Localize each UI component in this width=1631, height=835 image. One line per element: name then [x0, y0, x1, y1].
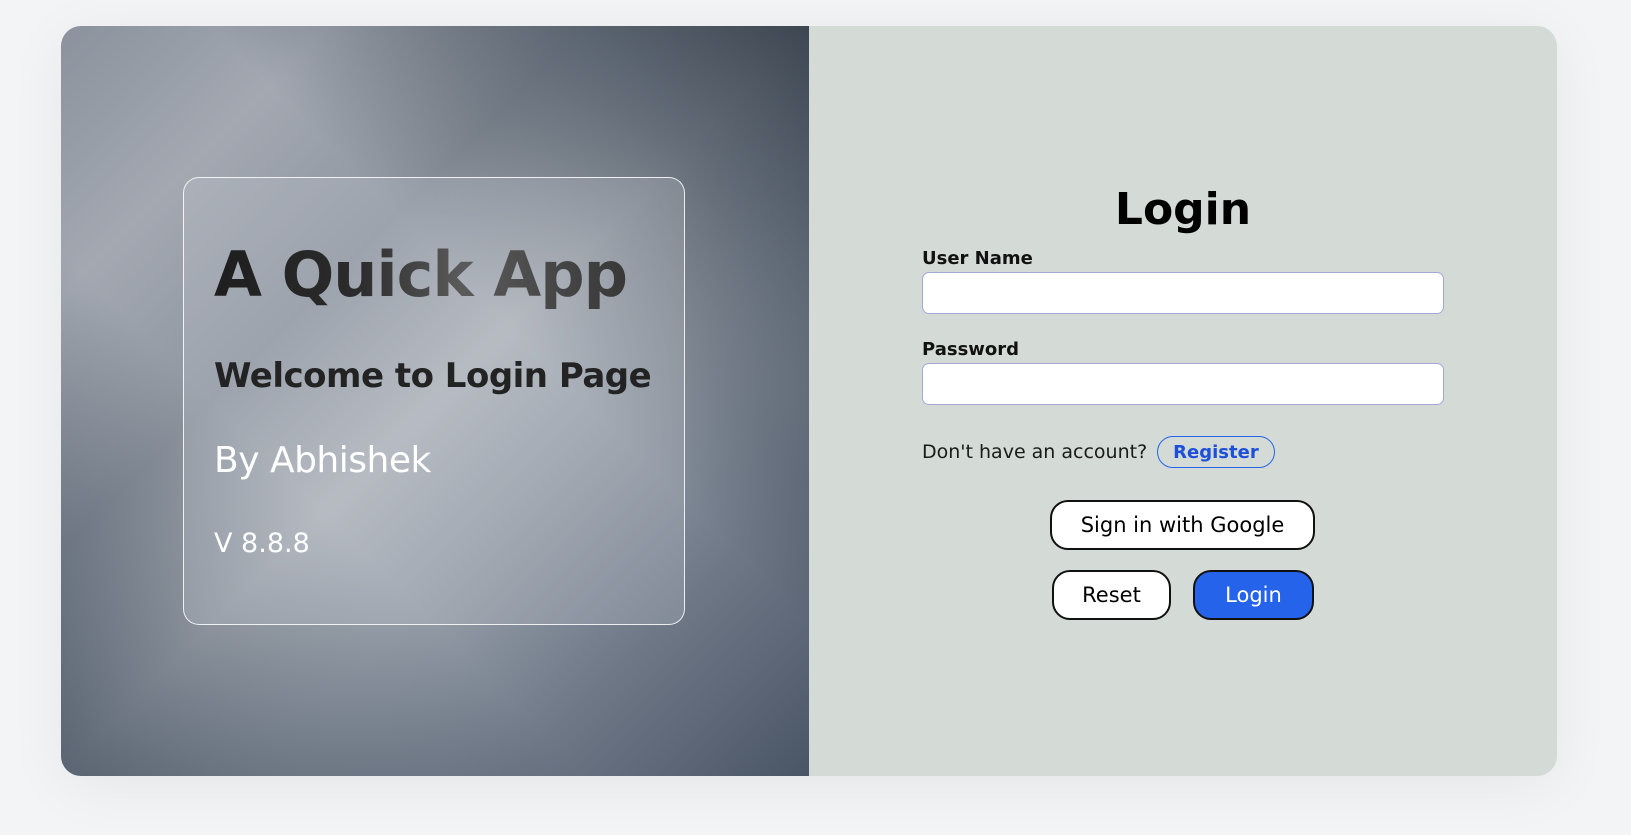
reset-button[interactable]: Reset	[1052, 570, 1171, 620]
author-text: By Abhishek	[214, 440, 431, 481]
register-button[interactable]: Register	[1157, 436, 1275, 468]
password-label: Password	[922, 339, 1020, 360]
version-text: V 8.8.8	[214, 528, 310, 559]
login-card: A Quick App Welcome to Login Page By Abh…	[61, 26, 1557, 776]
welcome-heading: Welcome to Login Page	[214, 356, 652, 396]
register-prompt: Don't have an account?	[922, 441, 1148, 463]
login-button[interactable]: Login	[1193, 570, 1314, 620]
form-panel: Login User Name Password Don't have an a…	[809, 26, 1557, 776]
password-field[interactable]	[922, 363, 1444, 405]
google-signin-button[interactable]: Sign in with Google	[1050, 500, 1315, 550]
register-row: Don't have an account? Register	[922, 436, 1275, 468]
hero-glass-card: A Quick App Welcome to Login Page By Abh…	[183, 177, 685, 625]
page-title: Login	[1114, 184, 1252, 235]
username-field[interactable]	[922, 272, 1444, 314]
hero-panel: A Quick App Welcome to Login Page By Abh…	[61, 26, 809, 776]
app-title: A Quick App	[214, 238, 628, 311]
username-label: User Name	[922, 248, 1033, 269]
